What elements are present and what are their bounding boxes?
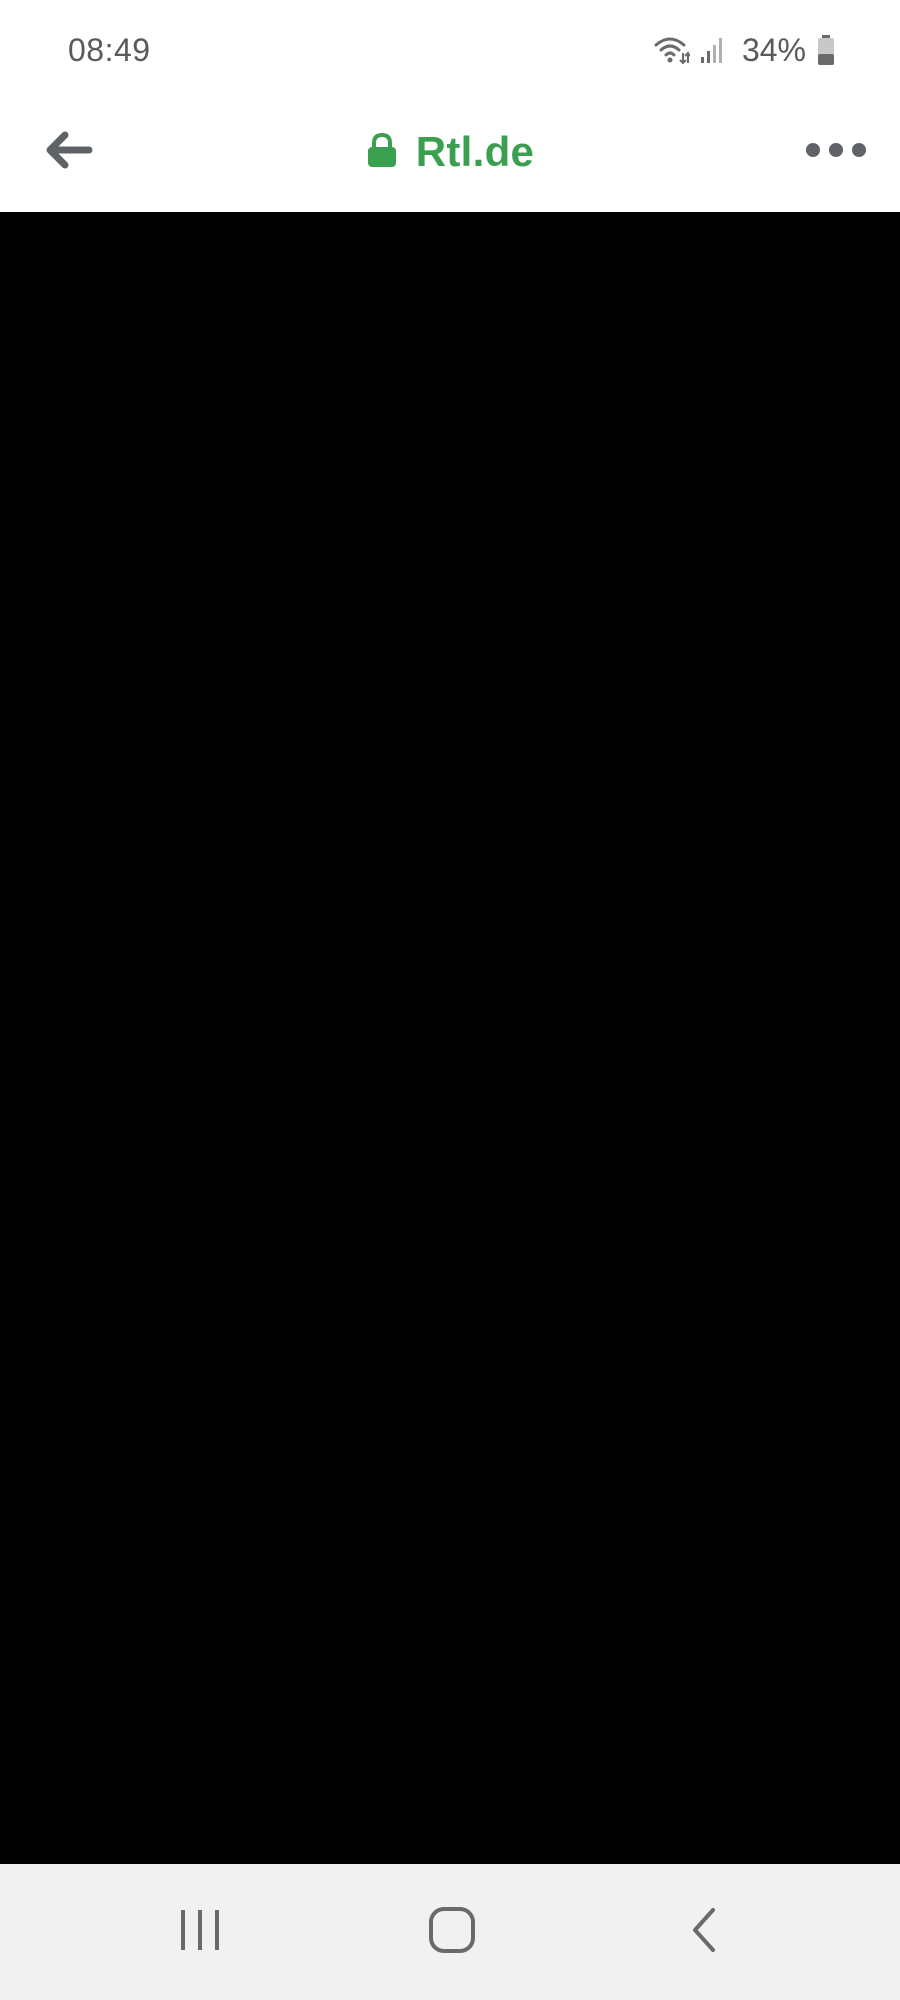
home-button[interactable] [407,1894,497,1970]
address-bar[interactable]: Rtl.de [0,118,900,186]
system-back-button[interactable] [660,1894,750,1970]
home-icon [427,1905,477,1960]
recents-button[interactable] [155,1894,245,1970]
battery-icon [816,34,836,66]
web-content-area[interactable] [0,212,900,1864]
status-time: 08:49 [68,32,151,68]
wifi-icon [654,35,690,65]
status-bar: 08:49 34% [0,0,900,100]
signal-icon [700,35,726,65]
more-options-button[interactable] [800,124,872,180]
battery-percent: 34% [741,31,806,68]
status-icons: 34% [654,30,836,70]
more-horizontal-icon [805,140,867,165]
phone-screen: 08:49 34% Rtl.de [0,0,900,2000]
recents-icon [177,1907,223,1958]
browser-toolbar: Rtl.de [0,100,900,212]
url-text: Rtl.de [415,128,535,175]
back-chevron-icon [685,1905,725,1960]
system-navigation-bar [0,1864,900,2000]
lock-icon [366,132,398,173]
